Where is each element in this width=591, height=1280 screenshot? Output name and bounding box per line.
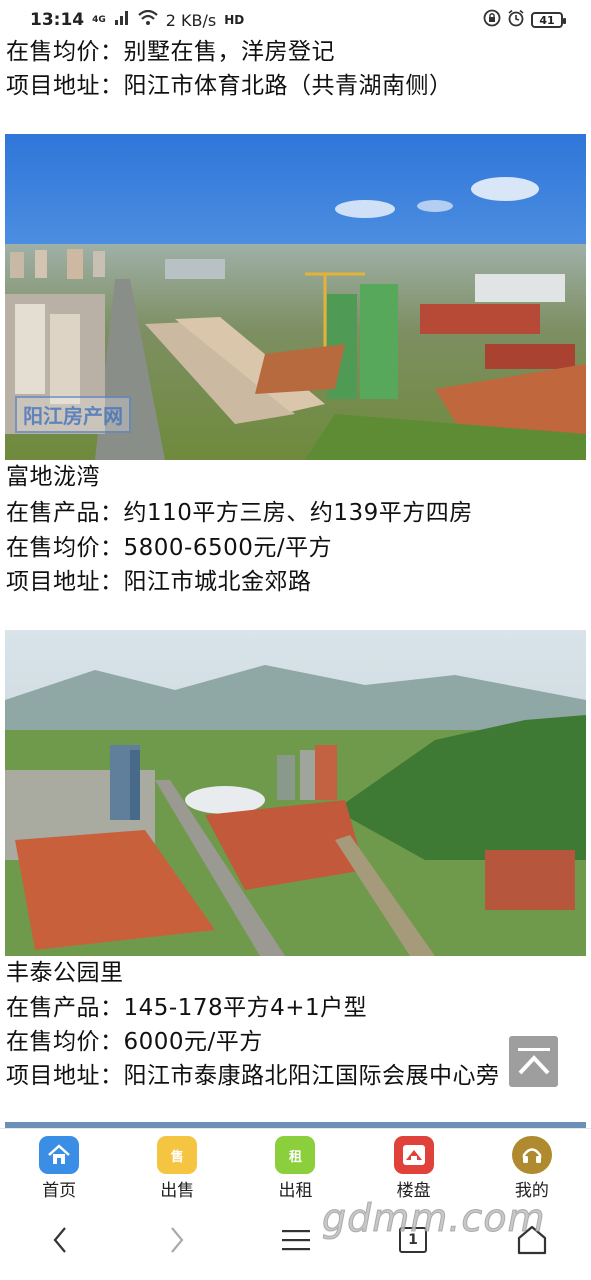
forward-button[interactable] bbox=[162, 1222, 192, 1258]
photo-watermark: 阳江房产网 bbox=[15, 396, 131, 433]
status-bar: 13:14 4G 2 KB/s HD 41 bbox=[0, 0, 591, 40]
site-watermark: gdmm.com bbox=[322, 1196, 546, 1241]
listing-photo-fengtai[interactable] bbox=[5, 630, 586, 956]
tab-label: 出售 bbox=[160, 1181, 195, 1201]
listing-products: 在售产品：约110平方三房、约139平方四房 bbox=[6, 500, 473, 526]
bottom-tab-bar: 首页 售 出售 租 出租 楼盘 我的 bbox=[0, 1128, 591, 1201]
listing-address: 项目地址：阳江市城北金郊路 bbox=[6, 569, 312, 595]
signal-icon bbox=[114, 10, 130, 30]
lock-rotation-icon bbox=[483, 9, 501, 31]
chevron-right-icon bbox=[171, 1227, 184, 1253]
battery-level: 41 bbox=[539, 13, 555, 27]
tab-home[interactable]: 首页 bbox=[14, 1136, 104, 1201]
alarm-icon bbox=[507, 9, 525, 31]
tab-sale[interactable]: 售 出售 bbox=[132, 1136, 222, 1201]
chevron-left-icon bbox=[53, 1227, 66, 1253]
tab-label: 出租 bbox=[278, 1181, 313, 1201]
sale-bag-icon: 售 bbox=[157, 1136, 198, 1174]
tab-buildings[interactable]: 楼盘 bbox=[369, 1136, 459, 1201]
tab-mine[interactable]: 我的 bbox=[487, 1136, 577, 1201]
listing-price: 在售均价：5800-6500元/平方 bbox=[6, 535, 333, 561]
wifi-icon bbox=[138, 9, 158, 31]
listing-price-partial: 在售均价：别墅在售，洋房登记 bbox=[6, 39, 335, 65]
menu-icon bbox=[282, 1230, 310, 1251]
back-to-top-button[interactable] bbox=[509, 1036, 558, 1087]
listing-address: 项目地址：阳江市体育北路（共青湖南侧） bbox=[6, 73, 453, 99]
listing-price: 在售均价：6000元/平方 bbox=[6, 1029, 263, 1055]
back-button[interactable] bbox=[45, 1222, 75, 1258]
tab-rent[interactable]: 租 出租 bbox=[250, 1136, 340, 1201]
listing-products: 在售产品：145-178平方4+1户型 bbox=[6, 995, 368, 1021]
listing-name[interactable]: 富地泷湾 bbox=[6, 460, 100, 494]
home-icon bbox=[39, 1136, 80, 1174]
headset-icon bbox=[511, 1136, 552, 1174]
battery-icon: 41 bbox=[531, 12, 566, 28]
clock: 13:14 bbox=[30, 10, 85, 30]
building-icon bbox=[393, 1136, 434, 1174]
listing-name[interactable]: 丰泰公园里 bbox=[6, 956, 124, 990]
listing-address: 项目地址：阳江市泰康路北阳江国际会展中心旁 bbox=[6, 1063, 500, 1089]
network-speed: 2 KB/s bbox=[165, 10, 217, 30]
tab-label: 首页 bbox=[42, 1181, 77, 1201]
network-type: 4G bbox=[92, 14, 106, 25]
menu-button[interactable] bbox=[279, 1222, 313, 1258]
listing-photo-fudi[interactable]: 阳江房产网 bbox=[5, 134, 586, 460]
rent-badge-icon: 租 bbox=[275, 1136, 316, 1174]
hd-icon: HD bbox=[224, 13, 245, 27]
arrow-up-icon bbox=[517, 1047, 550, 1074]
article-content: 在售均价：别墅在售，洋房登记 项目地址：阳江市体育北路（共青湖南侧） 阳江房产网… bbox=[0, 0, 591, 1128]
aerial-villa-image bbox=[5, 630, 586, 956]
